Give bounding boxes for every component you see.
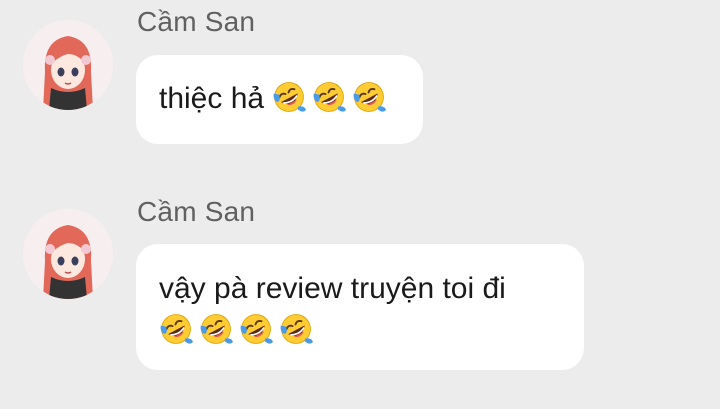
- chat-thread: Cầm San thiệc hả Cầm San vậy pà review t…: [0, 0, 720, 409]
- rolling-on-floor-laughing-emoji-icon: [352, 80, 386, 114]
- anime-girl-avatar-icon: [23, 209, 113, 299]
- sender-name: Cầm San: [137, 6, 256, 37]
- emoji-group: [159, 312, 313, 346]
- rolling-on-floor-laughing-emoji-icon: [272, 80, 306, 114]
- rolling-on-floor-laughing-emoji-icon: [199, 312, 233, 346]
- sender-avatar[interactable]: [23, 209, 113, 299]
- rolling-on-floor-laughing-emoji-icon: [279, 312, 313, 346]
- anime-girl-avatar-icon: [23, 20, 113, 110]
- message-text: thiệc hả: [159, 82, 265, 115]
- sender-name: Cầm San: [137, 196, 256, 227]
- message-bubble[interactable]: thiệc hả: [136, 55, 423, 144]
- rolling-on-floor-laughing-emoji-icon: [312, 80, 346, 114]
- sender-avatar[interactable]: [23, 20, 113, 110]
- emoji-group: [272, 80, 386, 114]
- message-text: vậy pà review truyện toi đi: [159, 272, 506, 305]
- rolling-on-floor-laughing-emoji-icon: [239, 312, 273, 346]
- rolling-on-floor-laughing-emoji-icon: [159, 312, 193, 346]
- message-bubble[interactable]: vậy pà review truyện toi đi: [136, 244, 584, 370]
